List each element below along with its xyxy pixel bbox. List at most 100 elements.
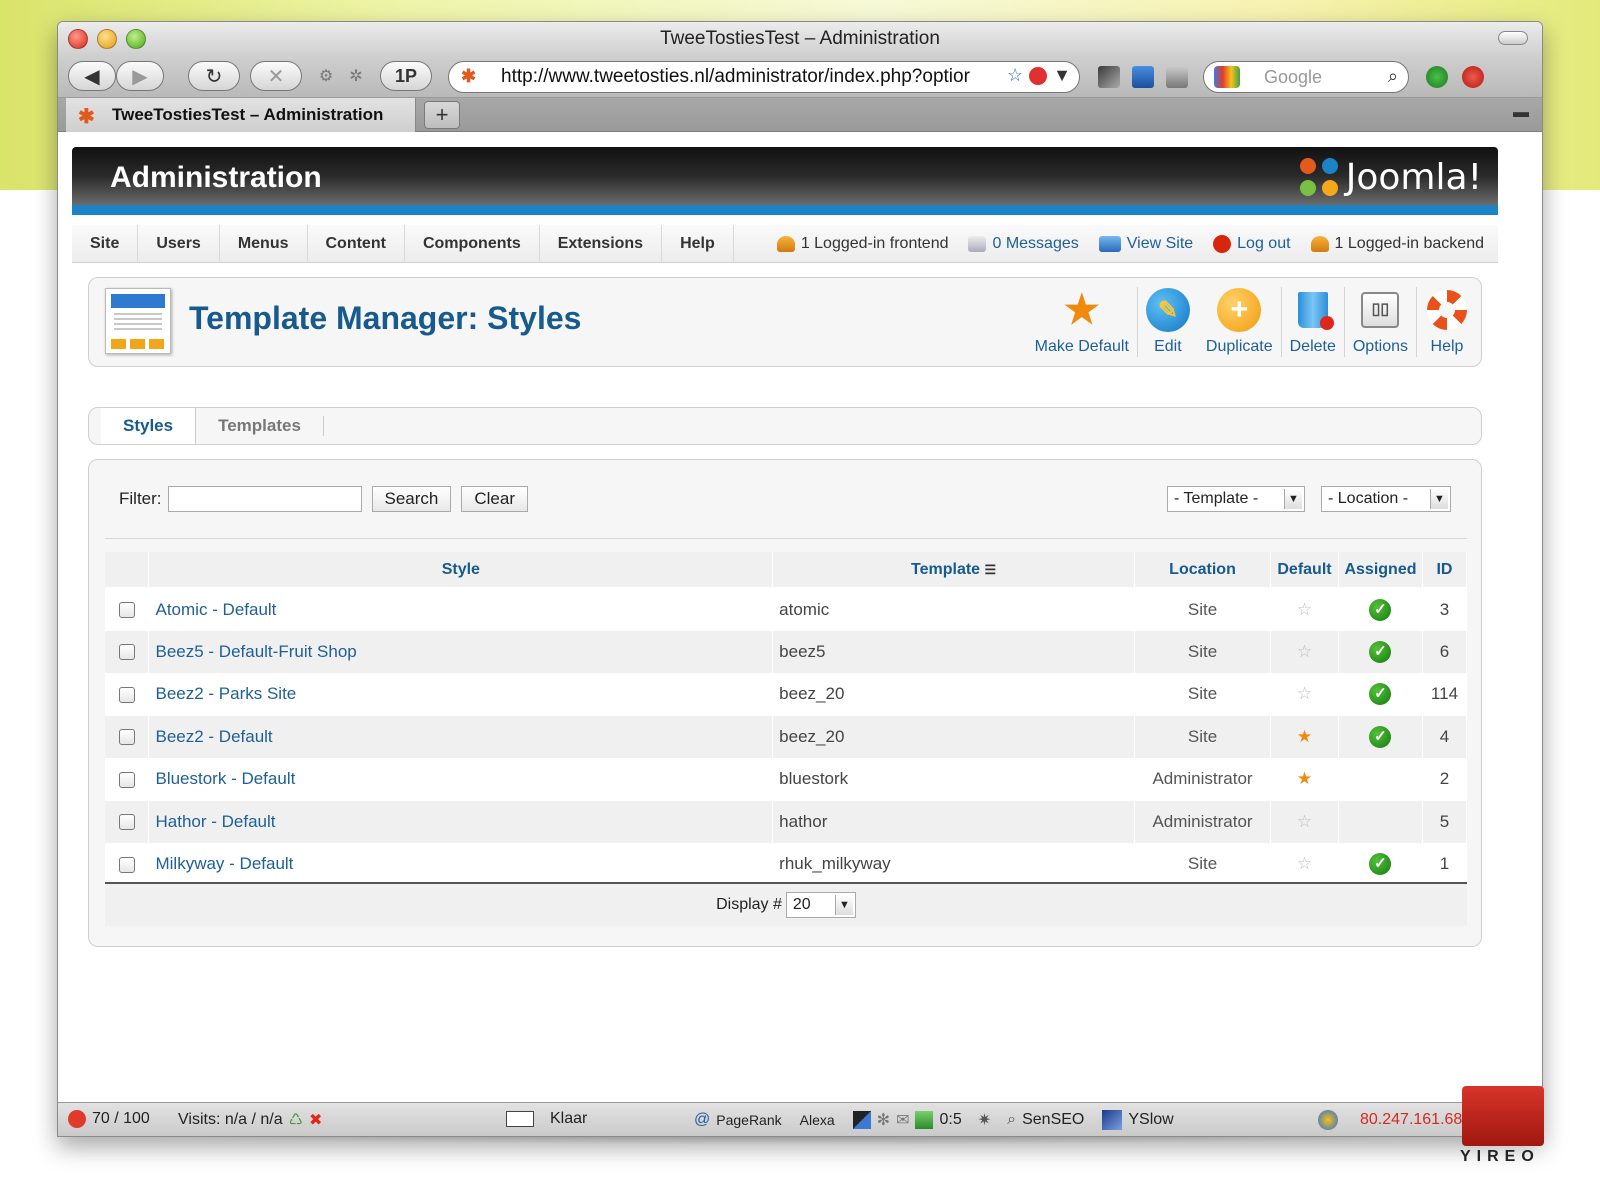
search-magnifier-icon[interactable]: ⌕ [1388,66,1398,87]
addon-icon-1[interactable]: ⚙ [314,61,338,91]
forward-button[interactable]: ▶ [116,61,164,91]
google-search-engine-icon[interactable] [1214,66,1240,88]
header-style[interactable]: Style [148,552,774,589]
style-link[interactable]: Milkyway - Default [148,843,774,886]
style-link[interactable]: Bluestork - Default [148,758,774,801]
recycle-icon[interactable]: ♺ [289,1110,303,1130]
stop-button[interactable]: ✕ [250,61,302,91]
row-checkbox[interactable] [118,814,135,831]
mail-icon[interactable]: ✉ [896,1110,909,1130]
sort-ascending-icon: ☰ [984,561,997,577]
forward-arrow-icon: ▶ [132,65,148,88]
row-checkbox[interactable] [118,644,135,661]
row-checkbox[interactable] [118,729,135,746]
header-id[interactable]: ID [1422,552,1468,589]
sidebar-icon[interactable] [1132,66,1154,88]
yslow-label[interactable]: YSlow [1128,1111,1173,1129]
header-default[interactable]: Default [1270,552,1339,589]
template-name: beez_20 [772,673,1136,716]
snowflake-icon[interactable]: ✻ [877,1110,890,1130]
toolbar-toggle-button[interactable] [1498,31,1528,45]
style-link[interactable]: Beez2 - Parks Site [148,673,774,716]
page-status-text: Klaar [550,1110,588,1127]
set-default-star-icon[interactable]: ☆ [1297,600,1312,619]
set-default-star-icon[interactable]: ☆ [1297,642,1312,661]
messages-link[interactable]: 0 Messages [968,235,1079,253]
filter-input[interactable] [167,486,362,512]
settings-gear-icon[interactable]: ✲ [344,61,368,91]
url-bar[interactable]: ✱ http://www.tweetosties.nl/administrato… [448,61,1080,93]
onepassword-button[interactable]: 1P [380,61,432,91]
close-icon[interactable]: ✖ [309,1110,322,1130]
adblock-plus-icon[interactable] [1462,66,1484,88]
adblock-stop-icon[interactable] [1029,66,1048,85]
set-default-star-icon[interactable]: ☆ [1297,812,1312,831]
header-assigned[interactable]: Assigned [1338,552,1423,589]
search-input[interactable]: Google ⌕ [1203,61,1409,93]
downloads-icon[interactable] [1166,66,1188,88]
location-select[interactable]: - Location - ▼ [1321,486,1451,512]
globe-icon[interactable] [1318,1110,1338,1130]
menu-item-extensions[interactable]: Extensions [540,225,663,263]
template-select[interactable]: - Template - ▼ [1167,486,1305,512]
make-default-button[interactable]: ★ Make Default [1027,282,1137,362]
bug-icon[interactable]: ✷ [978,1110,991,1130]
assigned-check-icon: ✓ [1369,853,1392,876]
style-link[interactable]: Hathor - Default [148,800,774,843]
yslow-icon[interactable] [1102,1110,1123,1130]
reload-button[interactable]: ↻ [188,61,240,91]
alexa-label[interactable]: Alexa [800,1112,835,1128]
ip-display: 80.247.161.68 [1318,1110,1462,1130]
chevron-down-icon: ▼ [1284,489,1302,509]
search-button[interactable]: Search [371,486,452,512]
senseo-label[interactable]: SenSEO [1022,1111,1084,1129]
seo-score[interactable]: 70 / 100 [68,1110,150,1128]
set-default-star-icon[interactable]: ☆ [1297,854,1312,873]
pagerank-label[interactable]: PageRank [716,1112,781,1128]
stumbleupon-icon[interactable] [1426,66,1448,88]
new-tab-button[interactable]: + [424,101,460,129]
location-value: Administrator [1134,800,1271,843]
back-button[interactable]: ◀ [68,61,116,91]
assigned-cell: ✓ [1338,715,1423,758]
view-site-link[interactable]: View Site [1098,235,1193,253]
display-limit-select[interactable]: 20 ▼ [785,892,856,918]
edit-pencil-icon: ✎ [1145,288,1190,332]
tab-styles[interactable]: Styles [101,408,197,444]
style-link[interactable]: Beez2 - Default [148,715,774,758]
magnifier-icon[interactable]: ⌕ [1007,1111,1016,1129]
menu-item-components[interactable]: Components [405,225,540,263]
set-default-star-icon[interactable]: ☆ [1297,684,1312,703]
menu-item-content[interactable]: Content [308,225,405,263]
row-checkbox[interactable] [118,771,135,788]
browser-tab[interactable]: ✱ TweeTostiesTest – Administration [66,98,416,132]
style-link[interactable]: Beez5 - Default-Fruit Shop [148,630,774,673]
edit-button[interactable]: ✎ Edit [1138,282,1198,362]
menu-item-menus[interactable]: Menus [220,225,308,263]
url-dropdown-icon[interactable]: ▼ [1053,65,1071,86]
tab-list-icon[interactable]: ▬ [1508,104,1534,126]
menu-item-help[interactable]: Help [662,225,734,263]
clear-button[interactable]: Clear [461,486,528,512]
header-location[interactable]: Location [1134,552,1271,589]
menu-item-site[interactable]: Site [72,225,139,263]
clipboard-icon[interactable] [915,1111,934,1129]
at-sign-icon[interactable]: @ [694,1111,710,1129]
row-checkbox[interactable] [118,602,135,619]
url-actions: ☆ ▼ [1007,65,1071,86]
header-template[interactable]: Template ☰ [772,552,1136,589]
duplicate-button[interactable]: + Duplicate [1198,282,1281,362]
style-link[interactable]: Atomic - Default [148,588,774,631]
help-button[interactable]: Help [1417,282,1477,362]
bookmarks-icon[interactable] [1098,66,1120,88]
delete-button[interactable]: Delete [1282,282,1344,362]
options-button[interactable]: ▯▯ Options [1345,282,1416,362]
row-checkbox[interactable] [118,856,135,873]
row-checkbox[interactable] [118,686,135,703]
default-cell: ★ [1270,758,1339,801]
menu-item-users[interactable]: Users [138,225,220,263]
toolbar-addon-icon[interactable] [852,1111,871,1129]
logout-link[interactable]: Log out [1213,235,1291,253]
bookmark-star-icon[interactable]: ☆ [1007,65,1023,86]
tab-templates[interactable]: Templates [196,416,324,436]
